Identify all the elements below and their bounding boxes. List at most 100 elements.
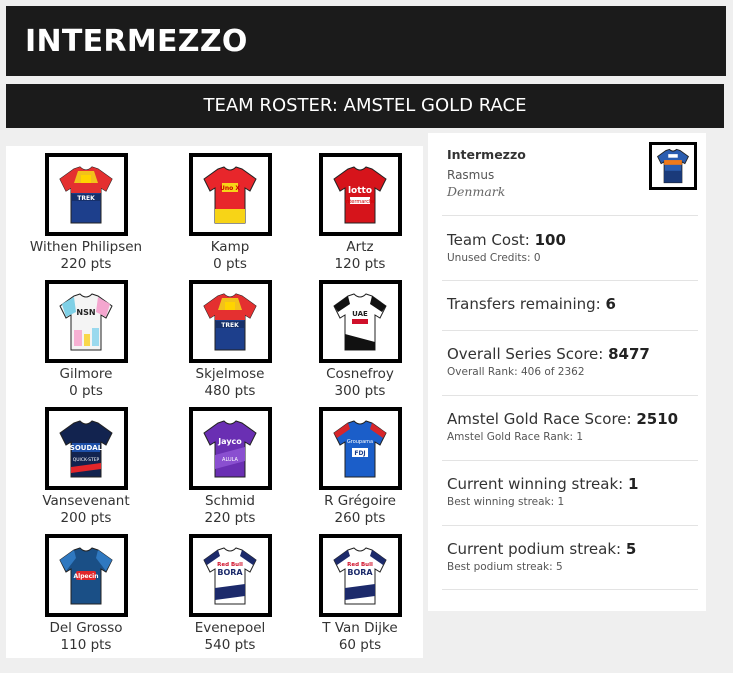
rider-card[interactable]: lotto intermarché Artz 120 pts — [296, 153, 424, 272]
team-header: Intermezzo Rasmus Denmark — [447, 147, 526, 199]
stat-label: Current podium streak: — [447, 540, 626, 558]
rider-name: Kamp — [210, 239, 250, 255]
rider-name: Skjelmose — [195, 366, 265, 382]
section-title: TEAM ROSTER: AMSTEL GOLD RACE — [203, 95, 527, 116]
rider-card[interactable]: UAE Cosnefroy 300 pts — [296, 280, 424, 399]
rider-name: Withen Philipsen — [29, 239, 143, 255]
stat-value: 8477 — [608, 345, 650, 363]
svg-text:intermarché: intermarché — [345, 198, 375, 205]
rider-name: Evenepoel — [194, 620, 266, 636]
rider-points: 260 pts — [334, 510, 386, 526]
stat-value: 1 — [627, 475, 639, 493]
svg-text:ALULA: ALULA — [222, 457, 239, 463]
stat-label: Overall Series Score: — [447, 345, 609, 363]
rider-name: Del Grosso — [49, 620, 123, 636]
rider-card[interactable]: SOUDAL QUICK-STEP Vansevenant 200 pts — [22, 407, 150, 526]
divider — [442, 215, 698, 216]
rider-points: 480 pts — [204, 383, 256, 399]
stat-value: 6 — [605, 295, 616, 313]
stat-subtext: Best winning streak: 1 — [447, 496, 565, 508]
red-bull-bora-jersey-icon: Red Bull BORA — [318, 534, 402, 617]
divider — [442, 589, 698, 590]
divider — [442, 330, 698, 331]
svg-text:QUICK-STEP: QUICK-STEP — [73, 457, 100, 463]
red-bull-bora-jersey-icon: Red Bull BORA — [188, 534, 272, 617]
uae-jersey-icon: UAE — [318, 280, 402, 363]
rider-card[interactable]: Jayco ALULA Schmid 220 pts — [166, 407, 294, 526]
section-header: TEAM ROSTER: AMSTEL GOLD RACE — [6, 84, 724, 128]
rider-name: Artz — [346, 239, 374, 255]
stat-value: 2510 — [636, 410, 679, 428]
stat-value: 5 — [625, 540, 637, 558]
svg-text:FDJ: FDJ — [354, 450, 365, 457]
team-jersey-icon — [649, 142, 697, 190]
soudal-quickstep-jersey-icon: SOUDAL QUICK-STEP — [44, 407, 128, 490]
stat-subtext: Best podium streak: 5 — [447, 561, 563, 573]
svg-text:TREK: TREK — [77, 195, 95, 202]
manager-name: Rasmus — [447, 168, 495, 182]
stat-value: 100 — [534, 231, 566, 249]
svg-text:BORA: BORA — [217, 568, 243, 577]
divider — [442, 460, 698, 461]
rider-points: 0 pts — [213, 256, 247, 272]
rider-points: 200 pts — [60, 510, 112, 526]
rider-points: 120 pts — [334, 256, 386, 272]
alpecin-jersey-icon: Alpecin — [44, 534, 128, 617]
rider-card[interactable]: Uno X Kamp 0 pts — [166, 153, 294, 272]
rider-name: T Van Dijke — [322, 620, 398, 636]
transfers-stat: Transfers remaining: 6 — [447, 295, 697, 313]
rider-name: Gilmore — [59, 366, 113, 382]
overall-score-stat: Overall Series Score: 8477 Overall Rank:… — [447, 345, 697, 378]
groupama-fdj-jersey-icon: Groupama FDJ — [318, 407, 402, 490]
rider-card[interactable]: Groupama FDJ R Grégoire 260 pts — [296, 407, 424, 526]
rider-points: 0 pts — [69, 383, 103, 399]
rider-card[interactable]: Red Bull BORA Evenepoel 540 pts — [166, 534, 294, 653]
rider-name: Schmid — [204, 493, 256, 509]
svg-text:Groupama: Groupama — [347, 439, 373, 445]
race-score-stat: Amstel Gold Race Score: 2510 Amstel Gold… — [447, 410, 697, 443]
rider-points: 540 pts — [204, 637, 256, 653]
lidl-trek-jersey-icon: TREK — [188, 280, 272, 363]
rider-card[interactable]: NSN Gilmore 0 pts — [22, 280, 150, 399]
svg-text:Jayco: Jayco — [217, 437, 242, 446]
stat-subtext: Amstel Gold Race Rank: 1 — [447, 431, 584, 443]
rider-points: 110 pts — [60, 637, 112, 653]
team-info-panel: Intermezzo Rasmus Denmark Team Cost: 100… — [428, 133, 706, 611]
svg-text:lotto: lotto — [348, 186, 372, 196]
nsn-jersey-icon: NSN — [44, 280, 128, 363]
stat-label: Transfers remaining: — [447, 295, 606, 313]
stat-subtext: Unused Credits: 0 — [447, 252, 541, 264]
lotto-jersey-icon: lotto intermarché — [318, 153, 402, 236]
lidl-trek-jersey-icon: TREK — [44, 153, 128, 236]
site-header: INTERMEZZO — [6, 6, 726, 76]
svg-text:TREK: TREK — [221, 322, 239, 329]
rider-card[interactable]: Red Bull BORA T Van Dijke 60 pts — [296, 534, 424, 653]
winning-streak-stat: Current winning streak: 1 Best winning s… — [447, 475, 697, 508]
rider-points: 300 pts — [334, 383, 386, 399]
stat-label: Current winning streak: — [447, 475, 628, 493]
rider-card[interactable]: TREK Withen Philipsen 220 pts — [22, 153, 150, 272]
jayco-alula-jersey-icon: Jayco ALULA — [188, 407, 272, 490]
rider-points: 220 pts — [204, 510, 256, 526]
stat-label: Team Cost: — [447, 231, 535, 249]
rider-card[interactable]: Alpecin Del Grosso 110 pts — [22, 534, 150, 653]
rider-card[interactable]: TREK Skjelmose 480 pts — [166, 280, 294, 399]
roster-grid: TREK Withen Philipsen 220 pts Uno X Kamp… — [6, 146, 423, 658]
svg-text:NSN: NSN — [76, 308, 95, 317]
rider-name: Cosnefroy — [326, 366, 394, 382]
svg-text:SOUDAL: SOUDAL — [70, 444, 103, 452]
divider — [442, 280, 698, 281]
rider-name: R Grégoire — [324, 493, 396, 509]
divider — [442, 525, 698, 526]
stat-label: Amstel Gold Race Score: — [447, 410, 637, 428]
svg-text:UAE: UAE — [352, 310, 368, 318]
podium-streak-stat: Current podium streak: 5 Best podium str… — [447, 540, 697, 573]
site-title[interactable]: INTERMEZZO — [25, 24, 248, 59]
stat-subtext: Overall Rank: 406 of 2362 — [447, 366, 585, 378]
team-country: Denmark — [447, 184, 506, 199]
team-cost-stat: Team Cost: 100 Unused Credits: 0 — [447, 231, 697, 264]
divider — [442, 395, 698, 396]
rider-points: 60 pts — [338, 637, 382, 653]
svg-text:Alpecin: Alpecin — [74, 573, 99, 580]
svg-text:Uno X: Uno X — [220, 185, 240, 192]
